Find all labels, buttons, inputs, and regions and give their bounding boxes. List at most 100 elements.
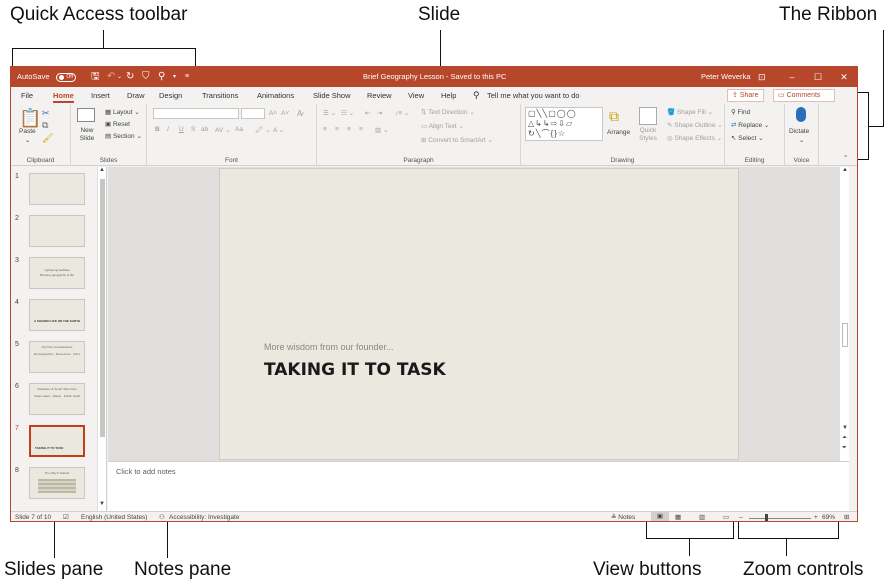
minimize-button[interactable]: – <box>779 67 805 87</box>
increase-indent-icon[interactable]: ⇥ <box>377 109 382 117</box>
zoom-slider-track[interactable] <box>749 518 811 519</box>
share-button[interactable]: ⇪ Share <box>727 89 764 102</box>
slide-subtitle[interactable]: More wisdom from our founder... <box>264 342 394 352</box>
tab-review[interactable]: Review <box>367 90 392 103</box>
slide-thumbnail-6[interactable]: Sanitation & Smart Take Note Clean water… <box>29 383 85 415</box>
italic-button[interactable]: I <box>167 126 169 133</box>
quick-styles-icon[interactable] <box>639 107 657 125</box>
underline-button[interactable]: U <box>179 126 184 133</box>
normal-view-button[interactable]: ▣ <box>651 512 669 521</box>
justify-icon[interactable]: ≡ <box>359 126 363 133</box>
reset-button[interactable]: ▣ Reset <box>105 120 130 128</box>
scroll-up-icon[interactable]: ▲ <box>99 167 105 173</box>
customize-qat-icon[interactable]: ▾ <box>173 67 176 87</box>
shape-outline-button[interactable]: ✎ Shape Outline ⌄ <box>667 121 723 129</box>
text-direction-button[interactable]: ⇅ Text Direction ⌄ <box>421 108 475 116</box>
font-color-icon[interactable]: A ⌄ <box>273 126 284 134</box>
scrollbar-thumb[interactable] <box>842 323 848 347</box>
notes-placeholder[interactable]: Click to add notes <box>116 467 176 476</box>
scroll-down-icon[interactable]: ▼ <box>842 425 848 431</box>
scroll-up-icon[interactable]: ▲ <box>842 167 848 173</box>
paste-dropdown-icon[interactable]: ⌄ <box>25 136 30 144</box>
font-name-dropdown[interactable] <box>153 108 239 119</box>
change-case-button[interactable]: Aa <box>235 126 243 133</box>
paste-icon[interactable]: 📋 <box>19 108 41 129</box>
select-button[interactable]: ↖ Select ⌄ <box>731 134 764 142</box>
autosave-toggle[interactable]: Off <box>53 67 76 87</box>
zoom-level[interactable]: 69% <box>822 513 835 521</box>
dictate-button[interactable]: Dictate <box>789 128 809 135</box>
highlight-color-icon[interactable]: 🖍 ⌄ <box>255 126 271 134</box>
reading-view-button[interactable]: ▥ <box>699 513 705 521</box>
undo-dropdown-icon[interactable]: ⌄ <box>117 67 122 87</box>
slide-thumbnail-8[interactable]: The Way It Stands <box>29 467 85 499</box>
tab-transitions[interactable]: Transitions <box>202 90 238 103</box>
slide-sorter-view-button[interactable]: ▦ <box>675 513 681 521</box>
columns-icon[interactable]: ▥ ⌄ <box>375 126 388 134</box>
slide-show-view-button[interactable]: ▭ <box>723 513 729 521</box>
notes-pane[interactable]: Click to add notes <box>108 461 849 511</box>
slide-thumbnail-2[interactable] <box>29 215 85 247</box>
zoom-in-button[interactable]: + <box>814 513 818 521</box>
redo-icon[interactable]: ↻ <box>126 67 134 87</box>
arrange-button[interactable]: Arrange <box>607 129 630 136</box>
shape-fill-button[interactable]: 🪣 Shape Fill ⌄ <box>667 108 713 116</box>
line-spacing-icon[interactable]: ↕≡ ⌄ <box>395 109 409 117</box>
save-icon[interactable]: 🖫 <box>91 67 100 87</box>
tab-help[interactable]: Help <box>441 90 456 103</box>
arrange-icon[interactable]: ⧉ <box>609 108 619 125</box>
microphone-icon[interactable] <box>796 107 806 122</box>
user-name[interactable]: Peter Weverka <box>701 67 750 87</box>
scrollbar-thumb[interactable] <box>100 179 105 437</box>
accessibility-icon[interactable]: ⚇ <box>159 513 165 521</box>
tab-design[interactable]: Design <box>159 90 182 103</box>
notes-toggle-button[interactable]: ≙ Notes <box>611 513 635 521</box>
character-spacing-icon[interactable]: AV ⌄ <box>215 126 230 134</box>
tab-draw[interactable]: Draw <box>127 90 145 103</box>
copy-icon[interactable]: ⧉ <box>42 120 48 131</box>
quick-styles-button[interactable]: Quick Styles <box>636 127 660 143</box>
editor-scrollbar[interactable]: ▲ ▼ ⏶ ⏷ <box>839 167 849 461</box>
find-button[interactable]: ⚲ Find <box>731 108 750 116</box>
spelling-check-icon[interactable]: ☑ <box>63 513 69 521</box>
cut-icon[interactable]: ✂ <box>42 108 50 119</box>
decrease-font-size-icon[interactable]: A˅ <box>281 110 289 117</box>
decrease-indent-icon[interactable]: ⇤ <box>365 109 370 117</box>
restore-button[interactable]: ☐ <box>805 67 831 87</box>
tab-home[interactable]: Home <box>53 90 74 103</box>
increase-font-size-icon[interactable]: A˄ <box>269 110 277 117</box>
slides-pane-scrollbar[interactable]: ▲ ▼ <box>97 167 106 511</box>
section-button[interactable]: ▤ Section ⌄ <box>105 132 142 140</box>
slide-thumbnail-4[interactable]: A SHARED LIFE ON THE EARTH <box>29 299 85 331</box>
slide-thumbnail-1[interactable] <box>29 173 85 205</box>
strikethrough-icon[interactable]: ab <box>201 126 208 133</box>
font-size-dropdown[interactable] <box>241 108 265 119</box>
clear-formatting-icon[interactable]: A̷ <box>297 109 302 118</box>
zoom-out-button[interactable]: – <box>739 513 743 521</box>
shadow-button[interactable]: S <box>191 126 195 133</box>
layout-button[interactable]: ▦ Layout ⌄ <box>105 108 140 116</box>
scroll-down-icon[interactable]: ▼ <box>99 501 105 507</box>
next-slide-icon[interactable]: ⏷ <box>842 445 847 452</box>
touch-mode-icon[interactable]: ⚲ <box>158 67 165 87</box>
language-indicator[interactable]: English (United States) <box>81 513 147 521</box>
undo-icon[interactable]: ↶ <box>107 67 115 87</box>
align-left-icon[interactable]: ≡ <box>323 126 327 133</box>
ribbon-display-options-icon[interactable]: ⊡ <box>758 67 766 87</box>
numbering-icon[interactable]: ☷ ⌄ <box>341 109 354 117</box>
align-right-icon[interactable]: ≡ <box>347 126 351 133</box>
start-from-beginning-icon[interactable]: ⛉ <box>142 67 150 87</box>
collapse-ribbon-icon[interactable]: ⌃ <box>843 154 848 162</box>
slide-canvas[interactable]: More wisdom from our founder... TAKING I… <box>219 168 739 460</box>
format-painter-icon[interactable]: 🖌 <box>42 133 53 144</box>
tell-me-search-input[interactable]: Tell me what you want to do <box>487 90 580 103</box>
close-button[interactable]: ✕ <box>831 67 857 87</box>
slide-thumbnail-7[interactable]: TAKING IT TO TASK <box>29 425 85 457</box>
center-icon[interactable]: ≡ <box>335 126 339 133</box>
slide-thumbnail-3[interactable]: Lightening facilities Bringing geography… <box>29 257 85 289</box>
slide-thumbnail-5[interactable]: Our first considerations Demographics · … <box>29 341 85 373</box>
slide-title[interactable]: TAKING IT TO TASK <box>264 360 446 380</box>
bullets-icon[interactable]: ☰ ⌄ <box>323 109 336 117</box>
shapes-gallery[interactable]: ▢╲╲▢◯◯ △↳↳⇨⇩▱ ↻╲⌒{}☆ <box>525 107 603 141</box>
previous-slide-icon[interactable]: ⏶ <box>842 435 847 442</box>
